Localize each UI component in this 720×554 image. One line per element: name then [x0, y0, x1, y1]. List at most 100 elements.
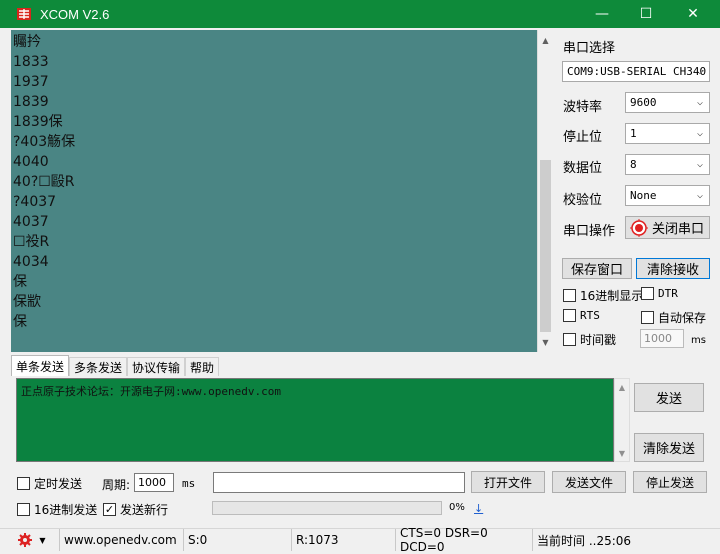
receive-line: 保: [13, 314, 27, 330]
receive-line: 保歂: [13, 294, 41, 310]
checkbox-box[interactable]: [641, 311, 654, 324]
dropdown-arrow-icon[interactable]: ▼: [39, 536, 45, 545]
close-port-label: 关闭串口: [652, 222, 705, 237]
status-sent: S:0: [184, 529, 292, 551]
baud-label: 波特率: [563, 100, 603, 115]
window-title: XCOM V2.6: [40, 6, 110, 22]
period-unit: ms: [182, 477, 196, 490]
clear-receive-button[interactable]: 清除接收: [636, 258, 710, 279]
baud-select[interactable]: 9600 ⌵: [625, 92, 710, 113]
parity-value: None: [630, 189, 657, 202]
scroll-thumb[interactable]: [540, 160, 551, 332]
send-newline-checkbox[interactable]: ✓ 发送新行: [103, 501, 168, 518]
timestamp-unit: ms: [691, 335, 706, 346]
receive-line: 4037: [13, 214, 49, 230]
maximize-button[interactable]: ☐: [623, 0, 669, 28]
checkbox-box[interactable]: [563, 309, 576, 322]
chevron-down-icon: ⌵: [696, 96, 704, 108]
databit-select[interactable]: 8 ⌵: [625, 154, 710, 175]
send-newline-label: 发送新行: [120, 503, 169, 517]
checkbox-box[interactable]: [563, 333, 576, 346]
timed-send-checkbox[interactable]: 定时发送: [17, 475, 82, 492]
receive-line: 1937: [13, 74, 49, 90]
chevron-down-icon: ⌵: [696, 65, 704, 77]
clear-send-button[interactable]: 清除发送: [634, 433, 704, 462]
save-window-button[interactable]: 保存窗口: [562, 258, 632, 279]
tab-help[interactable]: 帮助: [185, 357, 220, 376]
port-op-label: 串口操作: [563, 224, 616, 239]
stopbit-label: 停止位: [563, 130, 603, 145]
receive-line: ?403觞保: [13, 134, 76, 150]
hex-display-label: 16进制显示: [580, 289, 644, 303]
timestamp-input[interactable]: 1000: [640, 329, 684, 348]
checkbox-box[interactable]: [563, 289, 576, 302]
receive-scrollbar[interactable]: ▲ ▼: [537, 30, 552, 352]
send-button[interactable]: 发送: [634, 383, 704, 412]
scroll-up-icon[interactable]: ▲: [615, 380, 629, 394]
databit-label: 数据位: [563, 161, 603, 176]
close-port-button[interactable]: 关闭串口: [625, 216, 710, 239]
checkbox-box[interactable]: ✓: [103, 503, 116, 516]
receive-line: 1839: [13, 94, 49, 110]
tab-multi-send[interactable]: 多条发送: [69, 357, 128, 376]
open-file-button[interactable]: 打开文件: [471, 471, 545, 493]
title-bar: XCOM V2.6 — ☐ ✕: [0, 0, 720, 28]
send-tabs: 单条发送 多条发送 协议传输 帮助: [11, 355, 220, 376]
checkbox-box[interactable]: [641, 287, 654, 300]
period-input[interactable]: 1000: [134, 473, 174, 492]
progress-percent: 0%: [449, 502, 465, 513]
close-button[interactable]: ✕: [670, 0, 716, 28]
timestamp-checkbox[interactable]: 时间戳: [563, 331, 616, 348]
status-signals: CTS=0 DSR=0 DCD=0: [396, 526, 533, 554]
stop-send-button[interactable]: 停止发送: [633, 471, 707, 493]
stopbit-select[interactable]: 1 ⌵: [625, 123, 710, 144]
period-label: 周期:: [102, 478, 131, 492]
scroll-up-icon[interactable]: ▲: [538, 32, 553, 48]
scroll-down-icon[interactable]: ▼: [538, 334, 553, 350]
file-path-input[interactable]: [213, 472, 465, 493]
receive-line: 1839保: [13, 114, 63, 130]
link-text[interactable]: ↓: [474, 502, 483, 515]
baud-value: 9600: [630, 96, 657, 109]
parity-label: 校验位: [563, 193, 603, 208]
send-textarea[interactable]: 正点原子技术论坛：开源电子网:www.openedv.com: [16, 378, 614, 462]
status-time: 当前时间 ..25:06: [537, 533, 632, 548]
hex-display-checkbox[interactable]: 16进制显示: [563, 287, 643, 304]
parity-select[interactable]: None ⌵: [625, 185, 710, 206]
auto-save-checkbox[interactable]: 自动保存: [641, 309, 706, 326]
rts-label: RTS: [580, 309, 600, 322]
port-value: COM9:USB-SERIAL CH340: [567, 65, 707, 78]
hex-send-label: 16进制发送: [34, 503, 98, 517]
dtr-checkbox[interactable]: DTR: [641, 287, 678, 300]
timestamp-label: 时间戳: [580, 333, 617, 347]
status-bar: ▼ www.openedv.com S:0 R:1073 CTS=0 DSR=0…: [0, 526, 720, 554]
gear-icon[interactable]: ▼: [0, 529, 60, 551]
scroll-down-icon[interactable]: ▼: [615, 446, 629, 460]
hex-send-checkbox[interactable]: 16进制发送: [17, 501, 97, 518]
receive-line: ☐祋R: [13, 234, 50, 250]
tab-single-send[interactable]: 单条发送: [11, 355, 70, 376]
send-progress-bar: [212, 501, 442, 515]
receive-line: 矚扲: [13, 34, 41, 50]
status-url[interactable]: www.openedv.com: [60, 529, 184, 551]
chevron-down-icon: ⌵: [696, 189, 704, 201]
databit-value: 8: [630, 158, 637, 171]
send-file-button[interactable]: 发送文件: [552, 471, 626, 493]
checkbox-box[interactable]: [17, 477, 30, 490]
receive-line: 40?☐毆R: [13, 174, 75, 190]
port-select[interactable]: COM9:USB-SERIAL CH340 ⌵: [562, 61, 710, 82]
chevron-down-icon: ⌵: [696, 158, 704, 170]
status-recv: R:1073: [292, 529, 396, 551]
record-icon: [630, 218, 648, 237]
send-scrollbar[interactable]: ▲ ▼: [614, 378, 630, 462]
minimize-button[interactable]: —: [579, 0, 625, 28]
checkbox-box[interactable]: [17, 503, 30, 516]
port-select-label: 串口选择: [563, 41, 616, 56]
receive-line: 保: [13, 274, 27, 290]
stopbit-value: 1: [630, 127, 637, 140]
receive-textarea[interactable]: 矚扲 1833 1937 1839 1839保 ?403觞保 4040 40?☐毆R ?4037…: [11, 30, 537, 352]
rts-checkbox[interactable]: RTS: [563, 309, 600, 322]
xcom-logo-icon: [16, 6, 32, 22]
dtr-label: DTR: [658, 287, 678, 300]
tab-protocol[interactable]: 协议传输: [127, 357, 186, 376]
